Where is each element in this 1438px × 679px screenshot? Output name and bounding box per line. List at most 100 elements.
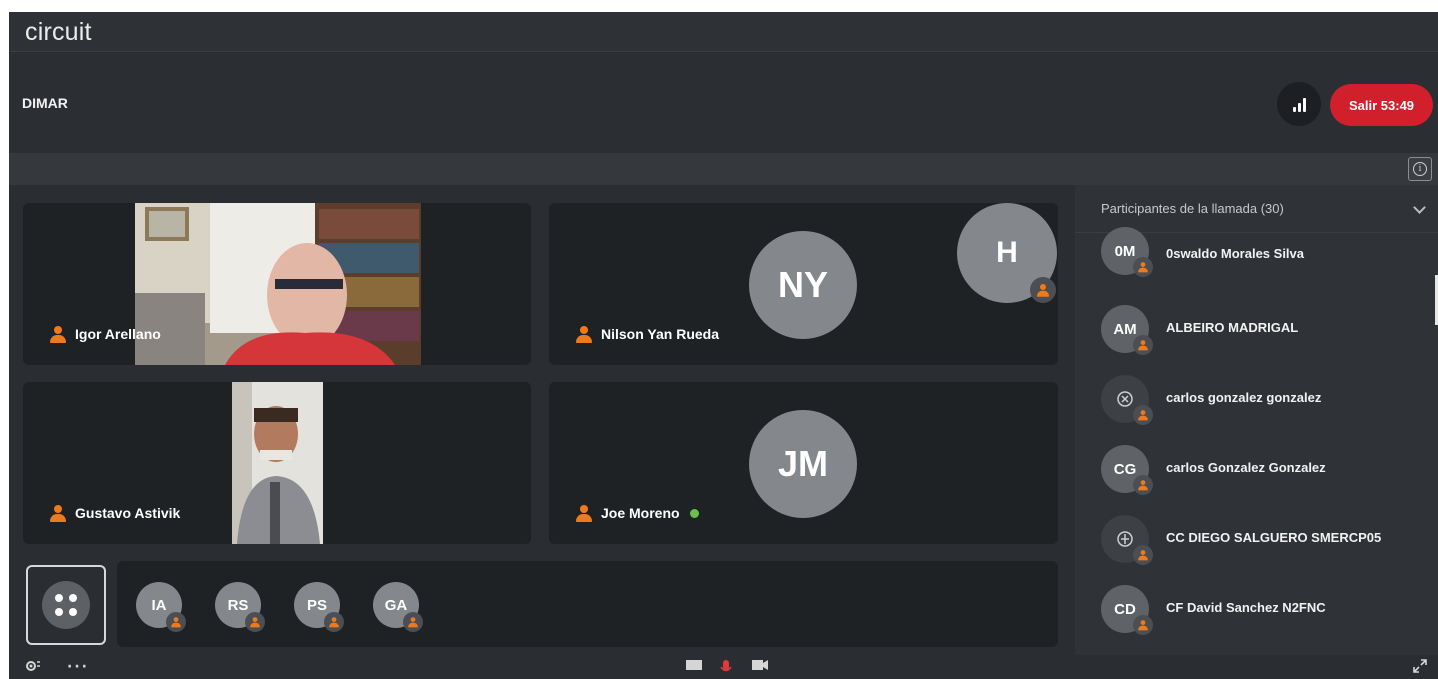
avatar-initials: IA bbox=[151, 596, 167, 614]
exit-label: Salir bbox=[1348, 97, 1378, 113]
person-icon bbox=[575, 504, 593, 522]
person-icon bbox=[1138, 262, 1149, 273]
participant-row[interactable]: AM ALBEIRO MADRIGAL bbox=[1075, 303, 1438, 373]
app-logo: circuit bbox=[25, 18, 92, 46]
participant-name: 0swaldo Morales Silva bbox=[1166, 246, 1305, 261]
participant-name: ALBEIRO MADRIGAL bbox=[1166, 320, 1299, 335]
strip-avatar[interactable]: IA bbox=[136, 582, 186, 632]
presence-badge bbox=[1030, 277, 1056, 303]
person-icon bbox=[49, 325, 67, 343]
participant-name: carlos Gonzalez Gonzalez bbox=[1166, 460, 1326, 475]
presence-badge bbox=[324, 612, 344, 632]
top-bar: circuit bbox=[9, 12, 1438, 52]
online-status-icon bbox=[689, 508, 699, 518]
person-icon bbox=[1138, 340, 1149, 351]
signal-icon bbox=[1302, 98, 1306, 112]
call-timer: 53:49 bbox=[1380, 97, 1415, 113]
person-icon bbox=[575, 325, 593, 343]
participant-strip: IA RS PS GA bbox=[117, 561, 1058, 647]
settings-icon[interactable] bbox=[25, 659, 41, 673]
avatar: AM bbox=[1101, 305, 1153, 355]
signal-icon bbox=[1292, 107, 1296, 112]
avatar: NY bbox=[749, 231, 857, 339]
person-icon bbox=[1138, 550, 1149, 561]
strip-avatar[interactable]: RS bbox=[215, 582, 265, 632]
presence-badge bbox=[1133, 475, 1153, 495]
video-tile-gustavo[interactable]: Gustavo Astivik bbox=[23, 382, 531, 544]
sub-bar: i bbox=[9, 153, 1438, 185]
person-icon bbox=[1138, 620, 1149, 631]
participant-name: Gustavo Astivik bbox=[75, 505, 181, 521]
person-icon bbox=[1138, 480, 1149, 491]
presence-badge bbox=[1133, 405, 1153, 425]
person-icon bbox=[1138, 410, 1149, 421]
avatar-initials: 0M bbox=[1114, 242, 1136, 260]
participant-count: (30) bbox=[1260, 201, 1284, 216]
exit-call-button[interactable]: Salir 53:49 bbox=[1330, 84, 1433, 126]
camera-icon[interactable] bbox=[751, 659, 769, 671]
grid-view-icon bbox=[42, 581, 90, 629]
participant-name: Joe Moreno bbox=[601, 505, 680, 521]
signal-button[interactable] bbox=[1277, 82, 1321, 126]
participants-panel: Participantes de la llamada (30) 0M 0swa… bbox=[1075, 185, 1438, 655]
avatar: CD bbox=[1101, 585, 1153, 635]
participant-row[interactable]: carlos gonzalez gonzalez bbox=[1075, 373, 1438, 443]
video-frame bbox=[135, 203, 421, 365]
more-icon[interactable]: ··· bbox=[67, 659, 89, 675]
avatar: JM bbox=[749, 410, 857, 518]
video-tile-joe[interactable]: JM Joe Moreno bbox=[549, 382, 1058, 544]
tile-name: Joe Moreno bbox=[575, 504, 699, 522]
person-icon bbox=[49, 504, 67, 522]
video-feed bbox=[135, 203, 421, 365]
person-icon bbox=[1036, 283, 1050, 297]
tile-name: Gustavo Astivik bbox=[49, 504, 180, 522]
phone-participant-icon bbox=[1117, 391, 1133, 407]
strip-avatar[interactable]: GA bbox=[373, 582, 423, 632]
participant-row[interactable]: 0M 0swaldo Morales Silva bbox=[1075, 227, 1438, 303]
signal-icon bbox=[1297, 103, 1301, 112]
avatar-initials: AM bbox=[1113, 320, 1137, 338]
presence-badge bbox=[1133, 545, 1153, 565]
avatar-initials: PS bbox=[306, 596, 327, 614]
microphone-icon[interactable] bbox=[719, 659, 733, 675]
avatar-initials: RS bbox=[227, 596, 249, 614]
person-icon bbox=[171, 617, 182, 628]
participant-name: carlos gonzalez gonzalez bbox=[1166, 390, 1322, 405]
video-frame bbox=[232, 382, 323, 544]
avatar-initials: CG bbox=[1113, 460, 1137, 478]
strip-avatar[interactable]: PS bbox=[294, 582, 344, 632]
video-tile-nilson[interactable]: NY H Nilson Yan Rueda bbox=[549, 203, 1058, 365]
avatar: CG bbox=[1101, 445, 1153, 495]
video-tile-igor[interactable]: Igor Arellano bbox=[23, 203, 531, 365]
info-icon: i bbox=[1413, 162, 1427, 176]
participant-name: Nilson Yan Rueda bbox=[601, 326, 719, 342]
avatar: 0M bbox=[1101, 227, 1153, 277]
presence-badge bbox=[166, 612, 186, 632]
fullscreen-icon[interactable] bbox=[1413, 659, 1427, 673]
tile-name: Nilson Yan Rueda bbox=[575, 325, 719, 343]
bottom-controls: ··· bbox=[9, 655, 1438, 679]
grid-view-button[interactable] bbox=[26, 565, 106, 645]
phone-participant-icon bbox=[1117, 531, 1133, 547]
participant-row[interactable]: CG carlos Gonzalez Gonzalez bbox=[1075, 443, 1438, 513]
presence-badge bbox=[1133, 615, 1153, 635]
person-icon bbox=[329, 617, 340, 628]
tile-name: Igor Arellano bbox=[49, 325, 161, 343]
info-button[interactable]: i bbox=[1408, 157, 1432, 181]
participant-name: Igor Arellano bbox=[75, 326, 161, 342]
participants-panel-header[interactable]: Participantes de la llamada (30) bbox=[1075, 185, 1438, 233]
panel-title: Participantes de la llamada bbox=[1101, 201, 1258, 216]
presence-badge bbox=[403, 612, 423, 632]
screen-share-icon[interactable] bbox=[685, 659, 703, 671]
participant-name: CF David Sanchez N2FNC bbox=[1166, 600, 1326, 615]
video-stage: Igor Arellano NY H Nilson Yan Rueda Gust… bbox=[9, 185, 1075, 655]
chevron-down-icon[interactable] bbox=[1413, 201, 1426, 214]
video-feed bbox=[232, 382, 323, 544]
participant-row[interactable]: CC DIEGO SALGUERO SMERCP05 bbox=[1075, 513, 1438, 583]
avatar bbox=[1101, 375, 1153, 425]
avatar-initials: CD bbox=[1114, 600, 1136, 618]
call-header: DIMAR Salir 53:49 bbox=[9, 53, 1438, 153]
person-icon bbox=[408, 617, 419, 628]
avatar-initials: GA bbox=[384, 596, 408, 614]
participant-row[interactable]: CD CF David Sanchez N2FNC bbox=[1075, 583, 1438, 653]
